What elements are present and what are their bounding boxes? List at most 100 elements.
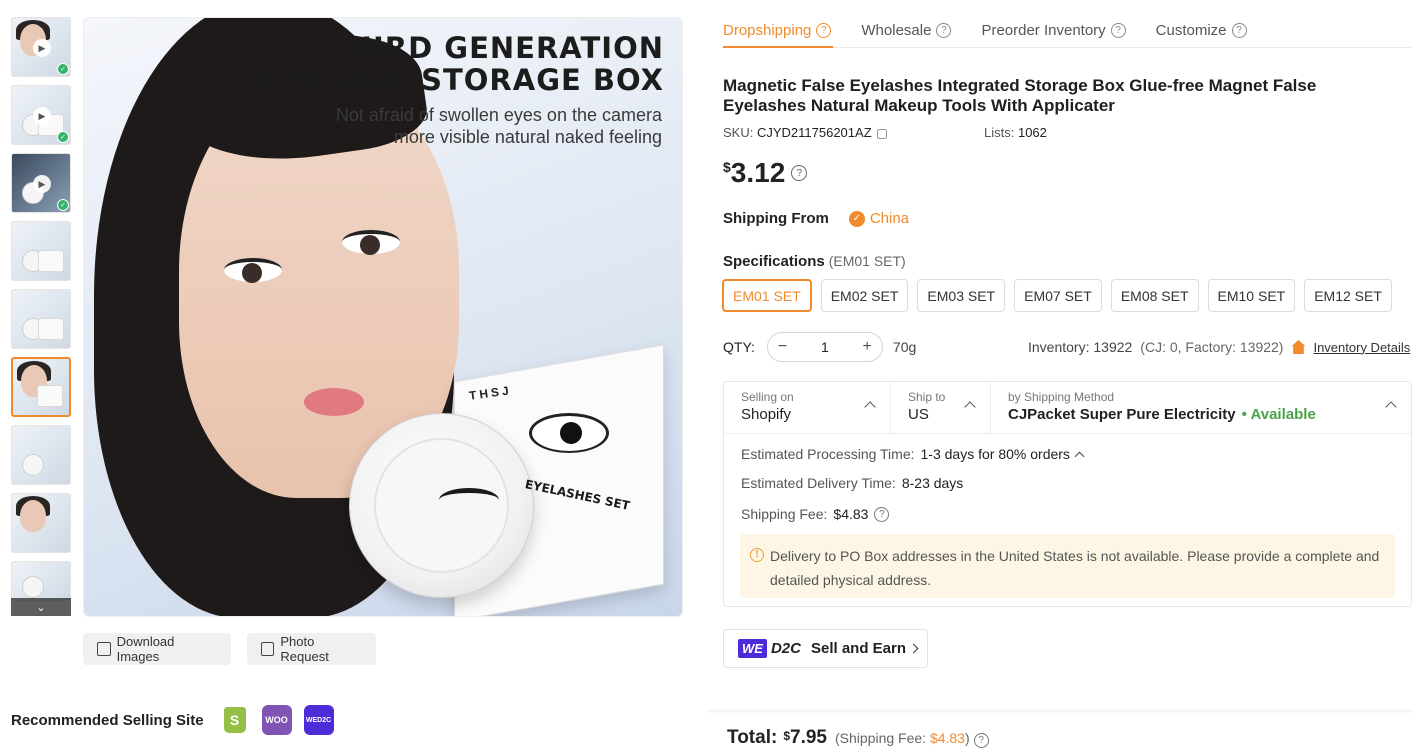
video-badge-icon: ✓ bbox=[57, 131, 69, 143]
selling-on-caption: Selling on bbox=[741, 390, 794, 404]
po-box-notice: ! Delivery to PO Box addresses in the Un… bbox=[740, 534, 1395, 598]
thumbnail-image-6-selected[interactable] bbox=[11, 357, 71, 417]
shipping-fee-row: Shipping Fee: $4.83 ? bbox=[741, 506, 890, 522]
spec-option-em07[interactable]: EM07 SET bbox=[1014, 279, 1102, 312]
ship-to-dropdown[interactable]: Ship to US bbox=[891, 382, 991, 433]
inventory-breakdown: (CJ: 0, Factory: 13922) bbox=[1140, 339, 1284, 355]
spec-option-em03[interactable]: EM03 SET bbox=[917, 279, 1006, 312]
video-badge-icon: ✓ bbox=[57, 199, 69, 211]
price-currency: $ bbox=[723, 159, 731, 175]
wed2c-logo-d2c: D2C bbox=[770, 640, 801, 657]
availability-status: • Available bbox=[1241, 406, 1316, 423]
spec-option-em12[interactable]: EM12 SET bbox=[1304, 279, 1392, 312]
shipping-from: Shipping From ✓ China bbox=[723, 210, 909, 227]
shopify-icon[interactable]: S bbox=[220, 705, 250, 735]
chevron-up-icon[interactable] bbox=[1074, 451, 1085, 461]
wed2c-logo-we: WE bbox=[738, 639, 767, 658]
thumbnail-image-4[interactable] bbox=[11, 221, 71, 281]
thumbnail-image-9[interactable] bbox=[11, 561, 71, 601]
inventory-details-link[interactable]: Inventory Details bbox=[1313, 340, 1410, 355]
spec-option-em10[interactable]: EM10 SET bbox=[1207, 279, 1296, 312]
shipping-panel: Selling on Shopify Ship to US by Shippin… bbox=[723, 381, 1412, 607]
selling-on-dropdown[interactable]: Selling on Shopify bbox=[724, 382, 891, 433]
sell-and-earn-button[interactable]: WE D2C Sell and Earn bbox=[723, 629, 928, 668]
download-images-label: Download Images bbox=[116, 634, 175, 664]
sell-and-earn-label: Sell and Earn bbox=[810, 640, 907, 657]
tab-customize[interactable]: Customize? bbox=[1156, 18, 1247, 42]
shipping-from-label: Shipping From bbox=[723, 210, 829, 227]
thumbnail-video-3[interactable]: ▶ ✓ bbox=[11, 153, 71, 213]
delivery-time-row: Estimated Delivery Time: 8-23 days bbox=[741, 475, 963, 491]
thumbnail-image-7[interactable] bbox=[11, 425, 71, 485]
quantity-input[interactable]: 1 bbox=[821, 339, 829, 355]
total-divider bbox=[707, 710, 1412, 714]
total-label: Total: bbox=[727, 727, 778, 748]
play-icon: ▶ bbox=[33, 107, 51, 125]
help-icon[interactable]: ? bbox=[973, 733, 989, 748]
specifications-label: Specifications bbox=[723, 253, 825, 270]
product-price: $ 3.12 ? bbox=[723, 155, 808, 191]
shipping-method-dropdown[interactable]: by Shipping Method CJPacket Super Pure E… bbox=[991, 382, 1411, 433]
main-product-image[interactable]: THSJ EYELASHES SET THIRD GENERATION EYEL… bbox=[83, 17, 683, 617]
shipping-from-value[interactable]: China bbox=[870, 210, 909, 227]
specifications-heading: Specifications (EM01 SET) bbox=[723, 253, 906, 270]
chevron-down-icon: ⌄ bbox=[36, 601, 46, 614]
woo-icon[interactable]: WOO bbox=[261, 705, 292, 735]
quantity-label: QTY: bbox=[723, 339, 755, 355]
check-circle-icon: ✓ bbox=[848, 210, 865, 227]
play-icon: ▶ bbox=[33, 39, 51, 57]
help-icon: ? bbox=[816, 22, 832, 38]
thumbnail-video-1[interactable]: ▶ ✓ bbox=[11, 17, 71, 77]
quantity-stepper: − 1 + bbox=[766, 332, 883, 362]
image-subline: Not afraid of swollen eyes on the camera… bbox=[336, 104, 662, 148]
recommended-selling-sites: Recommended Selling Site S WOO WED2C bbox=[11, 705, 334, 735]
processing-time-value: 1-3 days for 80% orders bbox=[920, 446, 1070, 462]
tab-preorder-inventory[interactable]: Preorder Inventory? bbox=[981, 18, 1126, 42]
thumbnail-image-8[interactable] bbox=[11, 493, 71, 553]
tab-wholesale[interactable]: Wholesale? bbox=[861, 18, 952, 42]
subline-line-1: Not afraid of swollen eyes on the camera bbox=[335, 105, 662, 125]
warning-icon: ! bbox=[750, 548, 764, 562]
copy-icon[interactable] bbox=[876, 128, 887, 139]
help-icon: ? bbox=[1231, 22, 1247, 38]
quantity-row: QTY: − 1 + 70g bbox=[723, 332, 916, 362]
po-box-notice-text: Delivery to PO Box addresses in the Unit… bbox=[770, 548, 1380, 588]
purchase-mode-tabs: Dropshipping? Wholesale? Preorder Invent… bbox=[723, 18, 1277, 48]
spec-option-em02[interactable]: EM02 SET bbox=[820, 279, 909, 312]
wed2c-icon[interactable]: WED2C bbox=[303, 705, 334, 735]
decrement-button[interactable]: − bbox=[778, 338, 787, 356]
thumbnail-image-5[interactable] bbox=[11, 289, 71, 349]
lash-eye-graphic bbox=[529, 413, 609, 453]
download-images-button[interactable]: Download Images bbox=[83, 633, 231, 665]
shipping-fee-value: $4.83 bbox=[833, 506, 869, 522]
shipping-method-caption: by Shipping Method bbox=[1008, 390, 1115, 404]
delivery-time-label: Estimated Delivery Time: bbox=[741, 475, 896, 491]
photo-request-button[interactable]: Photo Request bbox=[247, 633, 376, 665]
sku-value: CJYD211756201AZ bbox=[756, 125, 872, 140]
headline-line-1: THIRD GENERATION bbox=[326, 31, 664, 65]
lists-count: Lists: 1062 bbox=[984, 125, 1047, 140]
shipping-selectors: Selling on Shopify Ship to US by Shippin… bbox=[724, 382, 1411, 434]
recommended-label: Recommended Selling Site bbox=[11, 711, 204, 729]
inventory-count: Inventory: 13922 bbox=[1028, 339, 1133, 355]
tab-dropshipping[interactable]: Dropshipping? bbox=[723, 18, 832, 42]
thumbnails-scroll-down-button[interactable]: ⌄ bbox=[11, 598, 71, 616]
spec-option-em01[interactable]: EM01 SET bbox=[722, 279, 812, 312]
video-badge-icon: ✓ bbox=[57, 63, 69, 75]
processing-time-label: Estimated Processing Time: bbox=[741, 446, 915, 462]
lists-label: Lists: bbox=[984, 125, 1015, 140]
warehouse-icon bbox=[1291, 340, 1306, 354]
chevron-right-icon bbox=[908, 643, 919, 654]
delivery-time-value: 8-23 days bbox=[901, 475, 964, 491]
help-icon: ? bbox=[1110, 22, 1126, 38]
help-icon[interactable]: ? bbox=[791, 165, 808, 181]
spec-option-em08[interactable]: EM08 SET bbox=[1110, 279, 1199, 312]
help-icon: ? bbox=[936, 22, 952, 38]
lists-value: 1062 bbox=[1017, 125, 1047, 140]
help-icon[interactable]: ? bbox=[874, 506, 890, 522]
sku-label: SKU: bbox=[723, 125, 754, 140]
download-image-icon bbox=[97, 642, 111, 656]
specification-options: EM01 SET EM02 SET EM03 SET EM07 SET EM08… bbox=[722, 279, 1392, 312]
thumbnail-video-2[interactable]: ▶ ✓ bbox=[11, 85, 71, 145]
increment-button[interactable]: + bbox=[863, 338, 872, 356]
